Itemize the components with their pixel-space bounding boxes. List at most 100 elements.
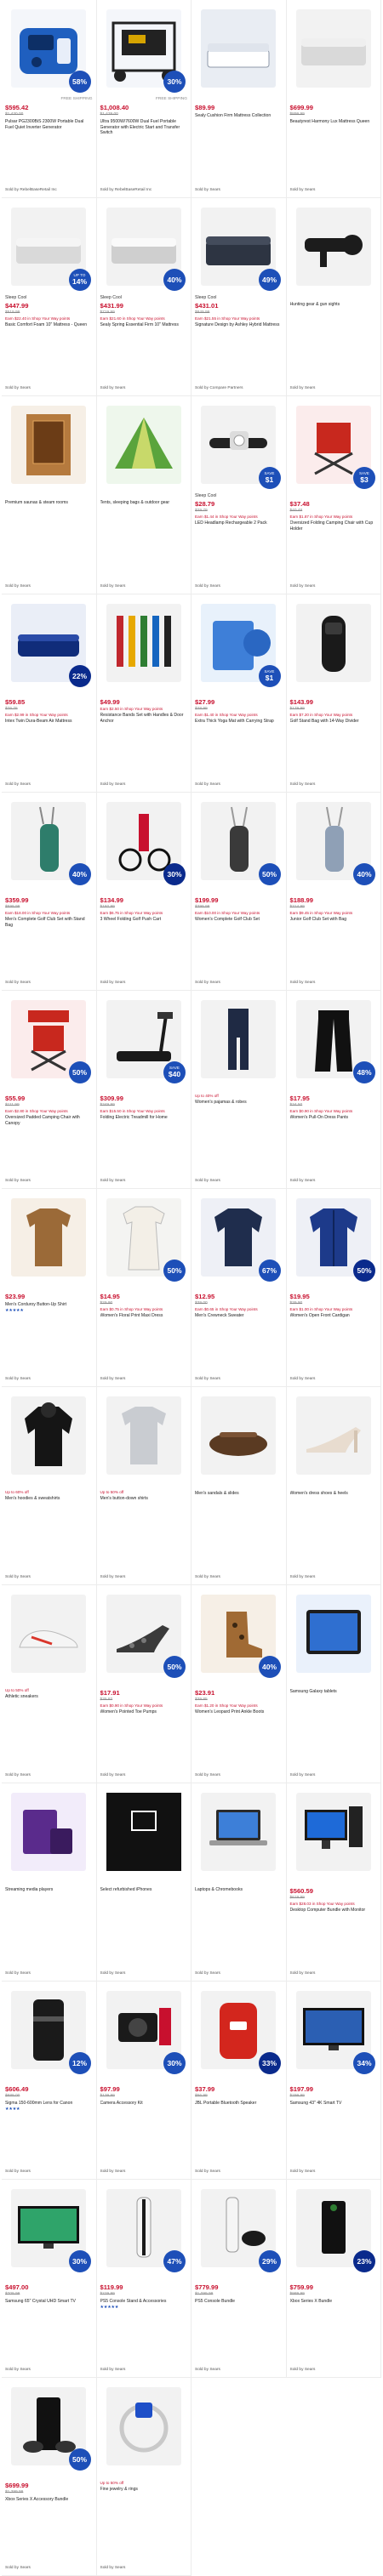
product-image[interactable] — [106, 2387, 181, 2465]
product-image-container[interactable]: SAVE $3 — [290, 399, 378, 491]
product-image-container[interactable]: 30% — [100, 795, 188, 887]
product-image-container[interactable] — [290, 1390, 378, 1481]
product-image[interactable] — [201, 9, 277, 88]
product-title[interactable]: Women's dress shoes & heels — [290, 1491, 378, 1497]
product-title[interactable]: Laptops & Chromebooks — [195, 1887, 283, 1893]
product-image-container[interactable]: 50% — [290, 1191, 378, 1283]
product-image[interactable] — [106, 1793, 181, 1871]
product-image[interactable] — [11, 406, 87, 484]
product-title[interactable]: Premium saunas & steam rooms — [5, 500, 93, 506]
product-title[interactable]: Women's Pull-On Dress Pants — [290, 1115, 378, 1121]
product-image-container[interactable]: SAVE $1 — [195, 399, 283, 491]
product-image[interactable] — [106, 406, 181, 484]
product-card[interactable]: 23% $759.99 $989.99 Xbox Series X Bundle… — [286, 2180, 381, 2378]
product-card[interactable]: Samsung Galaxy tablets Sold by Sears — [286, 1585, 381, 1783]
product-image-container[interactable] — [195, 1786, 283, 1878]
product-image-container[interactable]: 40% — [100, 201, 188, 293]
product-card[interactable]: 30% $97.99 $139.99 Camera Accessory Kit … — [96, 1982, 192, 2180]
product-title[interactable]: Men's button-down shirts — [100, 1496, 188, 1502]
product-image[interactable] — [106, 1396, 181, 1475]
product-title[interactable]: Xbox Series X Bundle — [290, 2299, 378, 2305]
product-image[interactable] — [295, 1396, 371, 1475]
product-image-container[interactable] — [195, 993, 283, 1085]
product-image-container[interactable]: 50% — [100, 1588, 188, 1680]
product-card[interactable]: 33% $37.99 $56.99 JBL Portable Bluetooth… — [192, 1982, 287, 2180]
product-image-container[interactable]: 67% — [195, 1191, 283, 1283]
product-title[interactable]: Streaming media players — [5, 1887, 93, 1893]
product-title[interactable]: Pulsar PG2300BiS 2300W Portable Dual Fue… — [5, 119, 93, 131]
product-title[interactable]: Men's sandals & slides — [195, 1491, 283, 1497]
product-card[interactable]: 30% $497.00 $709.99 Samsung 65" Crystal … — [2, 2180, 97, 2378]
product-title[interactable]: Samsung 65" Crystal UHD Smart TV — [5, 2299, 93, 2305]
product-image-container[interactable]: 34% — [290, 1984, 378, 2076]
product-card[interactable]: Hunting gear & gun sights Sold by Sears — [286, 198, 381, 396]
product-card[interactable]: Up to 50% off Athletic sneakers Sold by … — [2, 1585, 97, 1783]
product-image-container[interactable]: 30% — [5, 2182, 93, 2274]
product-title[interactable]: Sigma 150-600mm Lens for Canon — [5, 2101, 93, 2107]
product-image[interactable] — [201, 1793, 277, 1871]
product-card[interactable]: 30% $134.99 $192.99 Earn $6.75 in Shop Y… — [96, 793, 192, 991]
product-image-container[interactable] — [290, 1588, 378, 1680]
product-image-container[interactable] — [290, 201, 378, 293]
product-title[interactable]: Beautyrest Harmony Lux Mattress Queen — [290, 119, 378, 125]
product-card[interactable]: $560.59 $619.99 Earn $28.03 in Shop Your… — [286, 1783, 381, 1982]
product-image[interactable] — [295, 208, 371, 286]
product-image[interactable] — [295, 1595, 371, 1673]
product-title[interactable]: Golf Stand Bag with 14-Way Divider — [290, 719, 378, 725]
product-image[interactable] — [11, 1595, 87, 1673]
product-card[interactable]: Laptops & Chromebooks Sold by Sears — [192, 1783, 287, 1982]
product-card[interactable]: 58% FREE SHIPPING $595.42 $1,430.00 Puls… — [2, 0, 97, 198]
product-title[interactable]: Hunting gear & gun sights — [290, 302, 378, 308]
product-card[interactable]: Up to 50% off Men's button-down shirts S… — [96, 1387, 192, 1585]
product-title[interactable]: Sealy Spring Essential Firm 10" Mattress — [100, 322, 188, 328]
product-card[interactable]: 50% $199.99 $399.99 Earn $10.00 in Shop … — [192, 793, 287, 991]
product-card[interactable]: $699.99 $899.99 Beautyrest Harmony Lux M… — [286, 0, 381, 198]
product-image-container[interactable] — [5, 399, 93, 491]
product-title[interactable]: Xbox Series X Accessory Bundle — [5, 2497, 93, 2503]
product-title[interactable]: Resistance Bands Set with Handles & Door… — [100, 713, 188, 725]
product-card[interactable]: 40% Sleep Cool $431.99 $719.99 Earn $21.… — [96, 198, 192, 396]
product-image[interactable] — [201, 1000, 277, 1078]
product-card[interactable]: Premium saunas & steam rooms Sold by Sea… — [2, 396, 97, 594]
product-title[interactable]: Camera Accessory Kit — [100, 2101, 188, 2107]
product-image-container[interactable]: 29% — [195, 2182, 283, 2274]
product-image-container[interactable] — [5, 1588, 93, 1680]
product-card[interactable]: Streaming media players Sold by Sears — [2, 1783, 97, 1982]
product-title[interactable]: Extra Thick Yoga Mat with Carrying Strap — [195, 719, 283, 725]
product-title[interactable]: Men's Corduroy Button-Up Shirt — [5, 1302, 93, 1308]
product-card[interactable]: 40% $23.91 $39.85 Earn $1.20 in Shop You… — [192, 1585, 287, 1783]
product-image[interactable] — [106, 604, 181, 682]
product-image-container[interactable] — [100, 2380, 188, 2472]
product-image-container[interactable] — [290, 3, 378, 94]
product-image-container[interactable]: 40% — [290, 795, 378, 887]
product-card[interactable]: Select refurbished iPhones Sold by Sears — [96, 1783, 192, 1982]
product-image-container[interactable]: SAVE $1 — [195, 597, 283, 689]
product-card[interactable]: $143.99 $179.99 Earn $7.20 in Shop Your … — [286, 594, 381, 793]
product-image[interactable] — [295, 604, 371, 682]
product-card[interactable]: Women's dress shoes & heels Sold by Sear… — [286, 1387, 381, 1585]
product-card[interactable]: Up to 40% off Women's pajamas & robes So… — [192, 991, 287, 1189]
product-card[interactable]: 30% FREE SHIPPING $1,008.40 $1,439.00 Ul… — [96, 0, 192, 198]
product-card[interactable]: SAVE $1 Sleep Cool $28.79 $29.79 Earn $1… — [192, 396, 287, 594]
product-card[interactable]: Men's sandals & slides Sold by Sears — [192, 1387, 287, 1585]
product-card[interactable]: 12% $606.49 $689.00 Sigma 150-600mm Lens… — [2, 1982, 97, 2180]
product-image-container[interactable]: UP TO 14% — [5, 201, 93, 293]
product-title[interactable]: Men's hoodies & sweatshirts — [5, 1496, 93, 1502]
product-image-container[interactable]: 48% — [290, 993, 378, 1085]
product-title[interactable]: Folding Electric Treadmill for Home — [100, 1115, 188, 1121]
product-image-container[interactable]: 40% — [5, 795, 93, 887]
product-image[interactable] — [201, 1396, 277, 1475]
product-image-container[interactable] — [195, 1390, 283, 1481]
product-image[interactable] — [11, 1198, 87, 1277]
product-image-container[interactable]: 40% — [195, 1588, 283, 1680]
product-image-container[interactable]: 33% — [195, 1984, 283, 2076]
product-image-container[interactable]: 50% — [195, 795, 283, 887]
product-image[interactable] — [11, 1396, 87, 1475]
product-title[interactable]: Women's Complete Golf Club Set — [195, 917, 283, 923]
product-card[interactable]: Up to 60% off Men's hoodies & sweatshirt… — [2, 1387, 97, 1585]
product-title[interactable]: Oversized Padded Camping Chair with Cano… — [5, 1115, 93, 1127]
product-title[interactable]: PS5 Console Bundle — [195, 2299, 283, 2305]
product-card[interactable]: 48% $17.95 $34.50 Earn $0.90 in Shop You… — [286, 991, 381, 1189]
product-card[interactable]: SAVE $40 $309.99 $349.99 Earn $15.50 in … — [96, 991, 192, 1189]
product-title[interactable]: Sealy Cushion Firm Mattress Collection — [195, 113, 283, 119]
